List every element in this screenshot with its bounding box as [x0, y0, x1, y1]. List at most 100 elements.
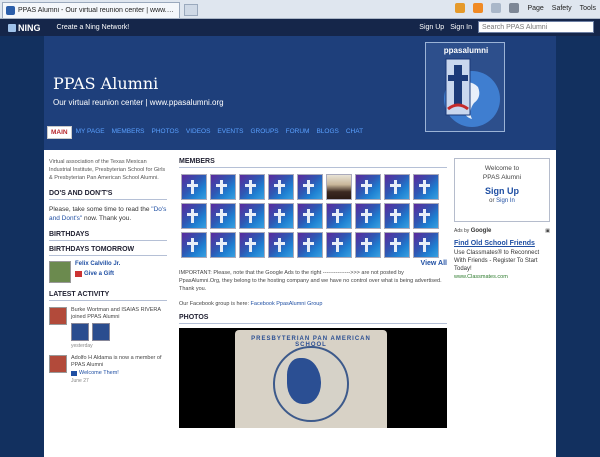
or-text: or: [489, 198, 495, 204]
avatar[interactable]: [49, 355, 67, 373]
search-input[interactable]: Search PPAS Alumni: [478, 21, 594, 33]
create-network-link[interactable]: Create a Ning Network!: [57, 24, 130, 31]
site-header: PPAS Alumni Our virtual reunion center |…: [44, 36, 556, 150]
member-thumbnail[interactable]: [384, 232, 410, 258]
site-title[interactable]: PPAS Alumni: [53, 74, 158, 93]
nav-my-page[interactable]: My Page: [73, 126, 108, 139]
logo-text: ppasalumni: [443, 46, 489, 55]
page-background-left: [0, 36, 44, 457]
welcome-them-label: Welcome Them!: [79, 370, 119, 376]
member-thumbnail[interactable]: [297, 232, 323, 258]
avatar[interactable]: [71, 323, 89, 341]
ads-notice: IMPORTANT: Please, note that the Google …: [179, 270, 442, 292]
site-frame: PPAS Alumni Our virtual reunion center |…: [44, 36, 556, 457]
member-thumbnail[interactable]: [268, 203, 294, 229]
command-bar: Page Safety Tools: [455, 3, 596, 13]
nav-groups[interactable]: Groups: [247, 126, 281, 139]
school-seal-image: PRESBYTERIAN PAN AMERICAN SCHOOL: [235, 330, 387, 428]
avatar[interactable]: [49, 307, 67, 325]
give-gift-label: Give a Gift: [84, 271, 115, 277]
member-thumbnail[interactable]: [326, 174, 352, 200]
avatar[interactable]: [49, 261, 71, 283]
member-thumbnail[interactable]: [355, 203, 381, 229]
birthday-name[interactable]: Felix Calvillo Jr.: [75, 261, 120, 267]
page-menu[interactable]: Page: [527, 5, 543, 12]
globe-cross-icon: [444, 58, 500, 127]
signup-button[interactable]: Sign Up: [458, 186, 546, 196]
member-thumbnail[interactable]: [239, 203, 265, 229]
rss-icon: [473, 3, 484, 13]
nav-events[interactable]: Events: [214, 126, 246, 139]
birthdays-heading: BIRTHDAYS: [49, 231, 167, 241]
latest-activity-heading: LATEST ACTIVITY: [49, 291, 167, 301]
ad-url[interactable]: www.Classmates.com: [454, 274, 550, 280]
new-tab-button[interactable]: [184, 4, 198, 16]
member-thumbnail[interactable]: [413, 174, 439, 200]
member-thumbnail[interactable]: [326, 203, 352, 229]
member-thumbnail[interactable]: [210, 232, 236, 258]
ning-logo-text: NING: [18, 22, 41, 33]
nav-blogs[interactable]: Blogs: [313, 126, 341, 139]
center-column: MEMBERS View All IMPORTANT: Please, note…: [179, 158, 447, 428]
member-thumbnail[interactable]: [268, 232, 294, 258]
dos-heading: DO'S AND DON'T'S: [49, 190, 167, 200]
members-heading: MEMBERS: [179, 158, 447, 168]
view-all-link[interactable]: View All: [179, 260, 447, 267]
welcome-them-link[interactable]: Welcome Them!: [71, 370, 167, 376]
nav-videos[interactable]: Videos: [183, 126, 214, 139]
featured-photo[interactable]: PRESBYTERIAN PAN AMERICAN SCHOOL: [179, 328, 447, 428]
member-thumbnail[interactable]: [210, 203, 236, 229]
member-thumbnail[interactable]: [355, 174, 381, 200]
facebook-link[interactable]: Facebook PpasAlumni Group: [251, 301, 323, 307]
activity-date: yesterday: [71, 343, 93, 349]
print-icon: [509, 3, 520, 13]
member-thumbnail[interactable]: [413, 232, 439, 258]
ad-title-link[interactable]: Find Old School Friends: [454, 239, 550, 248]
tab-title: PPAS Alumni - Our virtual reunion center…: [18, 7, 176, 14]
mail-button[interactable]: [491, 3, 502, 13]
dos-text-after: now. Thank you.: [84, 215, 132, 222]
home-button[interactable]: [455, 3, 466, 13]
member-thumbnail[interactable]: [210, 174, 236, 200]
member-thumbnail[interactable]: [355, 232, 381, 258]
member-thumbnail[interactable]: [268, 174, 294, 200]
map-shape: [287, 358, 321, 404]
nav-photos[interactable]: Photos: [149, 126, 182, 139]
member-thumbnail[interactable]: [326, 232, 352, 258]
member-thumbnail[interactable]: [413, 203, 439, 229]
activity-text: Burke Wortman and ISAIAS RIVERA joined P…: [71, 307, 161, 320]
browser-tab-bar: PPAS Alumni - Our virtual reunion center…: [0, 0, 600, 19]
signup-link[interactable]: Sign Up: [419, 24, 444, 31]
nav-main[interactable]: Main: [47, 126, 72, 139]
ads-brand[interactable]: Google: [471, 228, 492, 234]
give-gift-link[interactable]: Give a Gift: [75, 271, 120, 277]
member-thumbnail[interactable]: [297, 174, 323, 200]
member-thumbnail[interactable]: [384, 203, 410, 229]
signin-link[interactable]: Sign In: [496, 198, 515, 204]
browser-tab[interactable]: PPAS Alumni - Our virtual reunion center…: [2, 2, 180, 18]
ning-top-bar: NING Create a Ning Network! Sign Up Sign…: [0, 19, 600, 36]
site-description: Virtual association of the Texas Mexican…: [49, 159, 166, 181]
member-thumbnail[interactable]: [181, 232, 207, 258]
member-thumbnail[interactable]: [239, 174, 265, 200]
member-thumbnail[interactable]: [181, 203, 207, 229]
safety-menu[interactable]: Safety: [552, 5, 572, 12]
facebook-line: Our Facebook group is here: Facebook Ppa…: [179, 301, 447, 307]
member-thumbnail[interactable]: [297, 203, 323, 229]
main-nav: Main My Page Members Photos Videos Event…: [44, 126, 366, 139]
member-thumbnail[interactable]: [181, 174, 207, 200]
nav-forum[interactable]: Forum: [283, 126, 313, 139]
print-button[interactable]: [509, 3, 520, 13]
ning-logo[interactable]: NING: [8, 23, 41, 33]
feeds-button[interactable]: [473, 3, 484, 13]
avatar[interactable]: [92, 323, 110, 341]
ad-choices-icon[interactable]: ▣: [545, 228, 550, 234]
nav-members[interactable]: Members: [109, 126, 148, 139]
site-logo[interactable]: ppasalumni: [425, 42, 505, 132]
tools-menu[interactable]: Tools: [580, 5, 596, 12]
member-thumbnail[interactable]: [239, 232, 265, 258]
member-thumbnail[interactable]: [384, 174, 410, 200]
birthday-entry: Felix Calvillo Jr. Give a Gift: [49, 261, 167, 283]
signin-link[interactable]: Sign In: [450, 24, 472, 31]
nav-chat[interactable]: Chat: [343, 126, 366, 139]
